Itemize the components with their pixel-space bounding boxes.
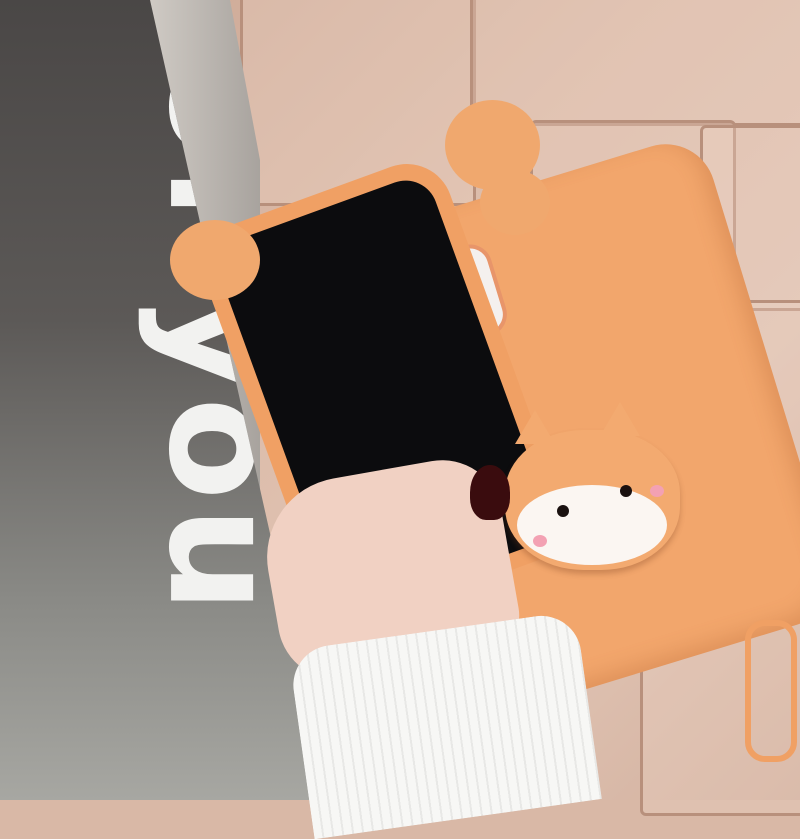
dog-eye (557, 505, 569, 517)
white-sleeve (288, 610, 602, 839)
dog-eye (620, 485, 632, 497)
wall-brick (240, 0, 476, 206)
dog-figure-small (170, 220, 260, 300)
fingernail (470, 465, 510, 520)
dog-blush (533, 535, 547, 547)
dog-blush (650, 485, 664, 497)
dog-ear (600, 402, 640, 436)
dog-ear (515, 410, 555, 444)
dog-figure-body (480, 170, 550, 235)
dog-muzzle (517, 485, 667, 565)
dog-face-decoration (505, 402, 680, 570)
lanyard (745, 620, 797, 762)
